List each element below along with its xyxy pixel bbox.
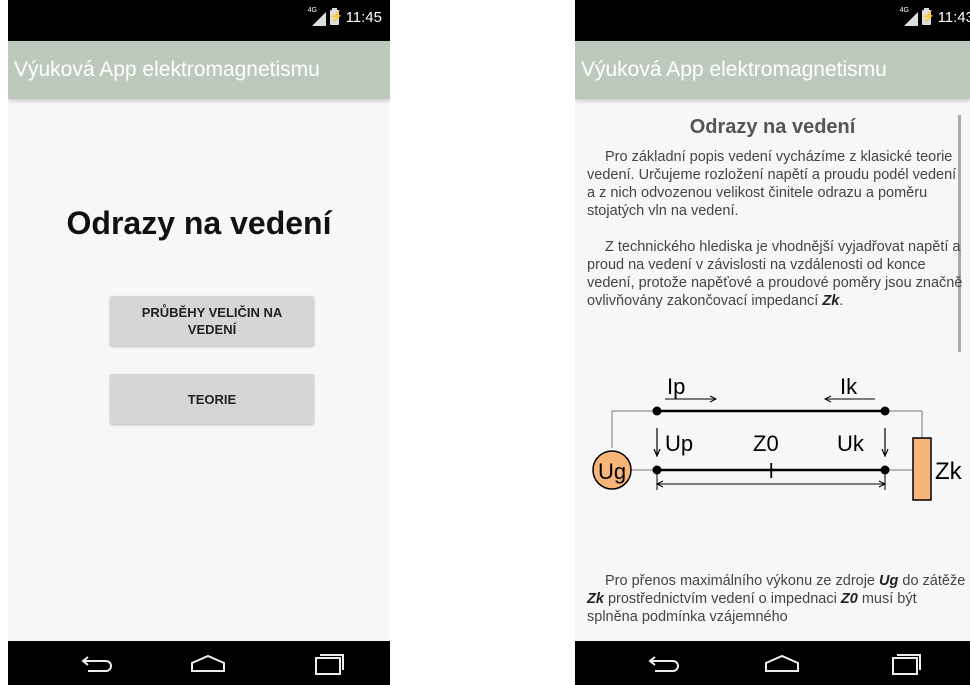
paragraph-power-transfer: Pro přenos maximálního výkonu ze zdroje … [587,572,967,626]
home-icon[interactable] [752,641,812,685]
navigation-bar [575,641,970,685]
back-icon[interactable] [68,641,128,685]
p3-text-b: do zátěže [898,573,966,589]
battery-icon: ⚡ [921,8,936,25]
signal-icon: 4G [900,7,918,26]
ik-label: Ik [840,378,858,399]
prubehy-velicin-button[interactable]: PRŮBĚHY VELIČIN NA VEDENÍ [110,296,314,346]
zk-label: Zk [935,458,963,485]
teorie-button[interactable]: TEORIE [110,374,314,424]
p3-text-a: Pro přenos maximálního výkonu ze zdroje [605,573,880,589]
back-icon[interactable] [635,641,695,685]
status-bar: 4G ⚡ 11:43 [575,0,970,41]
uk-label: Uk [837,431,865,456]
transmission-line-diagram: Ug Zk Ip Ik Up Z0 Uk l [592,378,963,501]
navigation-bar [8,641,390,685]
p3-zk: Zk [587,591,604,607]
phone-screen-right: 4G ⚡ 11:43 Výuková App elektromagnetismu… [575,0,970,685]
phone-screen-left: 4G ⚡ 11:45 Výuková App elektromagnetismu… [8,0,390,685]
length-label: l [769,461,773,483]
teorie-label: TEORIE [187,391,237,407]
p3-z0: Z0 [840,591,858,607]
app-bar-title: Výuková App elektromagnetismu [8,41,390,99]
ip-label: Ip [667,378,685,399]
load-resistor [912,437,932,501]
app-bar-title: Výuková App elektromagnetismu [575,41,970,99]
paragraph-technical: Z technického hlediska je vhodnější vyja… [587,238,967,310]
zk-emphasis: Zk [822,293,840,309]
p3-ug: Ug [879,573,899,589]
page-title: Odrazy na vedení [66,205,332,241]
recent-apps-icon[interactable] [298,641,358,685]
signal-icon: 4G [308,7,326,26]
z0-label: Z0 [753,431,779,456]
prubehy-velicin-label: PRŮBĚHY VELIČIN NA VEDENÍ [141,305,283,337]
p3-text-c: prostřednictvím vedení o impednaci [603,591,841,607]
home-icon[interactable] [178,641,238,685]
paragraph-technical-text: Z technického hlediska je vhodnější vyja… [587,239,963,309]
clock: 11:45 [345,9,382,26]
paragraph-technical-end: . [839,293,844,309]
battery-icon: ⚡ [329,8,344,25]
ug-label: Ug [598,459,626,484]
paragraph-intro: Pro základní popis vedení vycházíme z kl… [587,149,957,219]
up-label: Up [665,431,693,456]
article-title: Odrazy na vedení [689,116,856,138]
status-bar: 4G ⚡ 11:45 [8,0,390,41]
clock: 11:43 [937,9,970,26]
recent-apps-icon[interactable] [875,641,935,685]
